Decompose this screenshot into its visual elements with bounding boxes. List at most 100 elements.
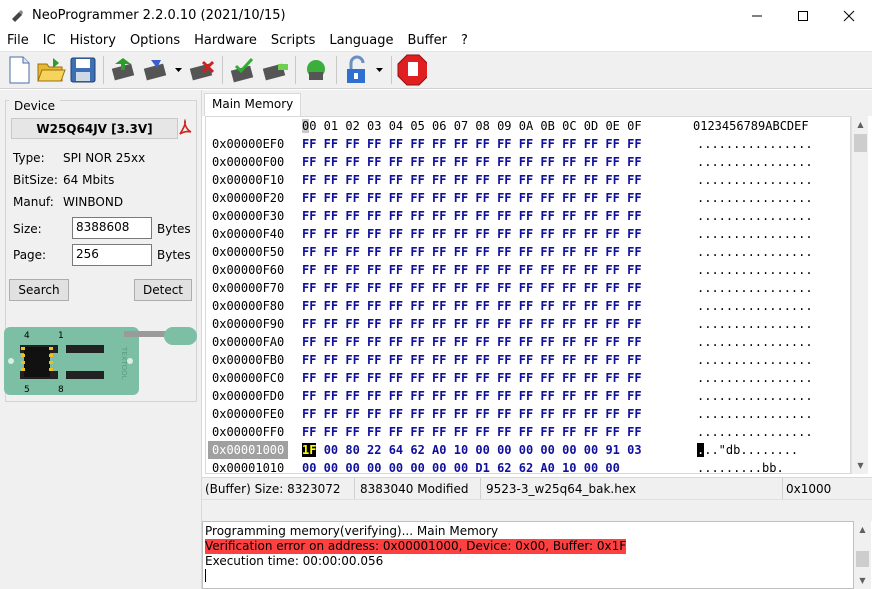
- erase-chip-button[interactable]: [187, 54, 217, 86]
- horizontal-scrollbar[interactable]: [202, 499, 872, 517]
- hex-row[interactable]: 0x00000F40 FF FF FF FF FF FF FF FF FF FF …: [206, 225, 850, 243]
- scroll-down-icon[interactable]: ▼: [854, 572, 871, 589]
- hex-row[interactable]: 0x00000FF0 FF FF FF FF FF FF FF FF FF FF …: [206, 423, 850, 441]
- hex-row-bytes[interactable]: FF FF FF FF FF FF FF FF FF FF FF FF FF F…: [302, 423, 642, 441]
- hex-row-bytes[interactable]: FF FF FF FF FF FF FF FF FF FF FF FF FF F…: [302, 315, 642, 333]
- hex-row[interactable]: 0x00000FB0 FF FF FF FF FF FF FF FF FF FF …: [206, 351, 850, 369]
- hex-row[interactable]: 0x00001000 1F 00 80 22 64 62 A0 10 00 00 …: [206, 441, 850, 459]
- minimize-icon: [752, 15, 762, 16]
- hex-row-address: 0x00001000: [208, 441, 289, 459]
- hex-row-bytes[interactable]: FF FF FF FF FF FF FF FF FF FF FF FF FF F…: [302, 351, 642, 369]
- read-chip-button[interactable]: [109, 54, 139, 86]
- hex-row-bytes[interactable]: FF FF FF FF FF FF FF FF FF FF FF FF FF F…: [302, 171, 642, 189]
- hex-row-address: 0x00000F50: [212, 245, 285, 259]
- hex-row[interactable]: 0x00000F00 FF FF FF FF FF FF FF FF FF FF …: [206, 153, 850, 171]
- size-unit: Bytes: [157, 222, 191, 236]
- menu-ic[interactable]: IC: [36, 31, 63, 51]
- maximize-button[interactable]: [780, 0, 826, 31]
- page-field[interactable]: 256: [72, 244, 152, 266]
- log-output[interactable]: Programming memory(verifying)... Main Me…: [202, 521, 854, 589]
- menu-history[interactable]: History: [63, 31, 123, 51]
- verify-chip-button[interactable]: [228, 54, 258, 86]
- hex-row[interactable]: 0x00000F10 FF FF FF FF FF FF FF FF FF FF …: [206, 171, 850, 189]
- hex-row[interactable]: 0x00000F30 FF FF FF FF FF FF FF FF FF FF …: [206, 207, 850, 225]
- protection-button[interactable]: [342, 54, 372, 86]
- hex-row-bytes[interactable]: FF FF FF FF FF FF FF FF FF FF FF FF FF F…: [302, 387, 642, 405]
- menu-file[interactable]: File: [0, 31, 36, 51]
- hex-row[interactable]: 0x00000F60 FF FF FF FF FF FF FF FF FF FF …: [206, 261, 850, 279]
- hex-editor[interactable]: 00 01 02 03 04 05 06 07 08 09 0A 0B 0C 0…: [205, 116, 851, 474]
- size-field[interactable]: 8388608: [72, 217, 152, 239]
- hex-row-bytes[interactable]: FF FF FF FF FF FF FF FF FF FF FF FF FF F…: [302, 225, 642, 243]
- close-button[interactable]: [826, 0, 872, 31]
- status-bar: (Buffer) Size: 8323072 8383040 Modified …: [202, 477, 872, 500]
- hex-row[interactable]: 0x00000F80 FF FF FF FF FF FF FF FF FF FF …: [206, 297, 850, 315]
- menu-scripts[interactable]: Scripts: [264, 31, 322, 51]
- hex-row[interactable]: 0x00000F20 FF FF FF FF FF FF FF FF FF FF …: [206, 189, 850, 207]
- hex-row[interactable]: 0x00000FA0 FF FF FF FF FF FF FF FF FF FF …: [206, 333, 850, 351]
- scroll-up-icon[interactable]: ▲: [854, 521, 871, 538]
- save-file-button[interactable]: [68, 54, 98, 86]
- selected-byte[interactable]: 1F: [302, 443, 317, 457]
- log-scrollbar[interactable]: ▲ ▼: [854, 521, 871, 589]
- minimize-button[interactable]: [734, 0, 780, 31]
- hex-row-bytes[interactable]: FF FF FF FF FF FF FF FF FF FF FF FF FF F…: [302, 135, 642, 153]
- log-caret: [205, 569, 851, 584]
- hex-row-bytes[interactable]: FF FF FF FF FF FF FF FF FF FF FF FF FF F…: [302, 279, 642, 297]
- menu-help[interactable]: ?: [454, 31, 475, 51]
- scrollbar-thumb[interactable]: [856, 551, 869, 567]
- write-options-dropdown[interactable]: [173, 54, 183, 86]
- toolbar-separator: [295, 56, 296, 84]
- hex-row-ascii: ................: [697, 245, 813, 259]
- tab-main-memory[interactable]: Main Memory: [204, 93, 302, 116]
- write-chip-button[interactable]: [141, 54, 171, 86]
- search-button[interactable]: Search: [9, 279, 69, 301]
- detect-button[interactable]: Detect: [134, 279, 192, 301]
- scrollbar-thumb[interactable]: [854, 134, 867, 152]
- hex-row-bytes[interactable]: FF FF FF FF FF FF FF FF FF FF FF FF FF F…: [302, 297, 642, 315]
- auto-detect-button[interactable]: [301, 54, 331, 86]
- hex-row-bytes[interactable]: FF FF FF FF FF FF FF FF FF FF FF FF FF F…: [302, 369, 642, 387]
- hex-row[interactable]: 0x00000F70 FF FF FF FF FF FF FF FF FF FF …: [206, 279, 850, 297]
- open-folder-icon: [37, 58, 66, 82]
- manuf-value: WINBOND: [63, 195, 124, 209]
- blank-check-button[interactable]: [260, 54, 290, 86]
- hex-row-ascii: ................: [697, 299, 813, 313]
- menu-language[interactable]: Language: [322, 31, 400, 51]
- hex-row-bytes[interactable]: 00 00 00 00 00 00 00 00 D1 62 62 A0 10 0…: [302, 459, 620, 473]
- hex-row-bytes-rest: 00 80 22 64 62 A0 10 00 00 00 00 00 00 9…: [323, 443, 642, 457]
- open-file-button[interactable]: [36, 54, 66, 86]
- hex-row-bytes[interactable]: FF FF FF FF FF FF FF FF FF FF FF FF FF F…: [302, 261, 642, 279]
- hex-row[interactable]: 0x00000EF0 FF FF FF FF FF FF FF FF FF FF …: [206, 135, 850, 153]
- new-file-button[interactable]: [4, 54, 34, 86]
- pdf-datasheet-icon[interactable]: [176, 119, 194, 137]
- hex-row-bytes[interactable]: FF FF FF FF FF FF FF FF FF FF FF FF FF F…: [302, 333, 642, 351]
- hex-row-address: 0x00000FB0: [212, 353, 285, 367]
- verify-chip-icon: [230, 57, 254, 83]
- scroll-down-icon[interactable]: ▼: [852, 457, 869, 474]
- hex-row[interactable]: 0x00000FC0 FF FF FF FF FF FF FF FF FF FF …: [206, 369, 850, 387]
- scroll-up-icon[interactable]: ▲: [852, 116, 869, 133]
- hex-row[interactable]: 0x00000F50 FF FF FF FF FF FF FF FF FF FF …: [206, 243, 850, 261]
- hex-row-bytes[interactable]: FF FF FF FF FF FF FF FF FF FF FF FF FF F…: [302, 207, 642, 225]
- hex-header: 00 01 02 03 04 05 06 07 08 09 0A 0B 0C 0…: [206, 117, 850, 135]
- hex-vertical-scrollbar[interactable]: ▲ ▼: [851, 116, 868, 474]
- hex-row-address: 0x00000F40: [212, 227, 285, 241]
- manuf-label: Manuf:: [13, 195, 54, 209]
- hex-row[interactable]: 0x00000F90 FF FF FF FF FF FF FF FF FF FF …: [206, 315, 850, 333]
- hex-row[interactable]: 0x00000FE0 FF FF FF FF FF FF FF FF FF FF …: [206, 405, 850, 423]
- hex-row-bytes[interactable]: 1F 00 80 22 64 62 A0 10 00 00 00 00 00 0…: [302, 441, 642, 459]
- stop-button[interactable]: [397, 54, 427, 86]
- hex-row-bytes[interactable]: FF FF FF FF FF FF FF FF FF FF FF FF FF F…: [302, 153, 642, 171]
- zif-socket-image: 4 1 5 8 TEXTOOL: [4, 327, 197, 395]
- protection-options-dropdown[interactable]: [374, 54, 384, 86]
- hex-row-bytes[interactable]: FF FF FF FF FF FF FF FF FF FF FF FF FF F…: [302, 405, 642, 423]
- hex-row[interactable]: 0x00001010 00 00 00 00 00 00 00 00 D1 62 …: [206, 459, 850, 473]
- hex-row[interactable]: 0x00000FD0 FF FF FF FF FF FF FF FF FF FF …: [206, 387, 850, 405]
- hex-row-bytes[interactable]: FF FF FF FF FF FF FF FF FF FF FF FF FF F…: [302, 189, 642, 207]
- hex-row-bytes[interactable]: FF FF FF FF FF FF FF FF FF FF FF FF FF F…: [302, 243, 642, 261]
- menu-buffer[interactable]: Buffer: [401, 31, 454, 51]
- menu-hardware[interactable]: Hardware: [187, 31, 264, 51]
- menu-options[interactable]: Options: [123, 31, 187, 51]
- hex-row-address: 0x00000EF0: [212, 137, 285, 151]
